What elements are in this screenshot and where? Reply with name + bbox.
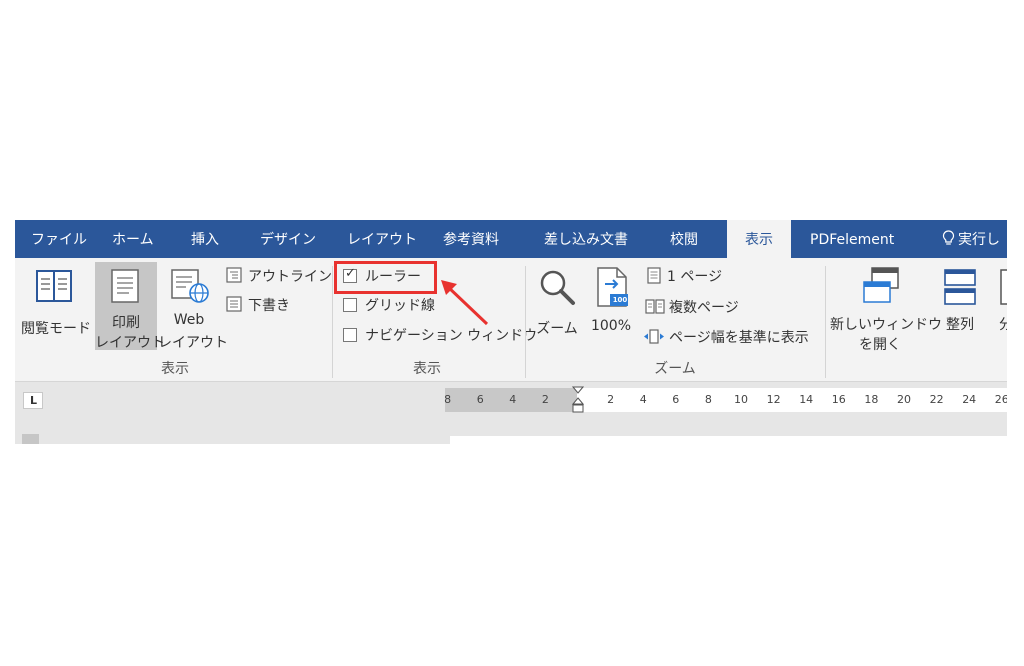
views-group-label: 表示 [161, 361, 189, 377]
print-layout-label-2: レイアウト [95, 335, 165, 351]
vertical-ruler[interactable] [22, 434, 39, 444]
multiple-pages-label: 複数ページ [669, 300, 739, 316]
group-separator [525, 266, 526, 378]
ribbon-view: 閲覧モード 印刷 レイアウト Web レイアウト アウトライン 下書き 表示 ✓… [15, 258, 1007, 382]
web-layout-label-2: レイアウト [158, 335, 228, 351]
multiple-pages-icon [645, 299, 665, 314]
zoom-button[interactable]: ズーム [533, 264, 581, 348]
page-width-label: ページ幅を基準に表示 [669, 330, 809, 346]
outline-label: アウトライン [248, 269, 332, 285]
read-mode-label: 閲覧モード [21, 321, 91, 337]
one-page-label: 1 ページ [667, 269, 723, 285]
show-group-label: 表示 [413, 361, 441, 377]
tell-me-label: 実行し [958, 232, 1000, 248]
tab-view[interactable]: 表示 [727, 220, 791, 258]
split-icon [1000, 269, 1007, 305]
tell-me-box[interactable]: 実行し [942, 220, 1000, 258]
page-width-icon [644, 329, 664, 344]
tab-home[interactable]: ホーム [112, 220, 154, 258]
tab-insert[interactable]: 挿入 [191, 220, 219, 258]
read-mode-icon [36, 270, 72, 302]
gridlines-checkbox[interactable] [343, 298, 357, 312]
tab-design[interactable]: デザイン [260, 220, 316, 258]
tab-pdfelement[interactable]: PDFelement [810, 220, 894, 258]
tab-stop-icon: L [30, 394, 38, 407]
outline-icon [226, 267, 242, 283]
ruler-number: 6 [672, 393, 680, 406]
one-page-button[interactable]: 1 ページ [643, 264, 743, 288]
page-width-button[interactable]: ページ幅を基準に表示 [643, 325, 813, 349]
web-layout-button[interactable]: Web レイアウト [158, 262, 228, 351]
draft-label: 下書き [248, 298, 290, 314]
ruler-number: 16 [831, 393, 846, 406]
ruler-number: 22 [929, 393, 944, 406]
tab-selector-button[interactable]: L [23, 392, 43, 409]
ruler-number: 24 [962, 393, 977, 406]
ruler-area: L 8 6 4 2 2 4 6 8 10 12 14 16 18 20 22 24 26 [15, 382, 1007, 444]
new-window-icon [863, 267, 899, 303]
magnifier-icon [540, 270, 575, 305]
new-window-label-1: 新しいウィンドウ [830, 317, 942, 333]
indent-marker-icon[interactable] [572, 386, 584, 416]
group-separator [332, 266, 333, 378]
group-separator [825, 266, 826, 378]
ruler-number: 6 [476, 393, 484, 406]
arrange-all-label: 整列 [946, 317, 974, 333]
ruler-number: 8 [704, 393, 712, 406]
ruler-number: 14 [799, 393, 814, 406]
ruler-number: 4 [639, 393, 647, 406]
tab-layout[interactable]: レイアウト [347, 220, 417, 258]
gridlines-label: グリッド線 [365, 298, 435, 314]
draft-icon [226, 296, 242, 312]
ruler-highlight-box [334, 261, 437, 294]
ruler-number: 26 [994, 393, 1007, 406]
outline-button[interactable]: アウトライン [222, 264, 332, 286]
print-layout-icon [111, 269, 139, 303]
ruler-number: 8 [444, 393, 452, 406]
horizontal-ruler[interactable]: 8 6 4 2 2 4 6 8 10 12 14 16 18 20 22 24 26 [444, 386, 1007, 413]
ruler-number: 2 [541, 393, 549, 406]
tab-review[interactable]: 校閲 [670, 220, 698, 258]
ruler-number: 2 [607, 393, 615, 406]
ruler-number: 4 [509, 393, 517, 406]
web-layout-label-1: Web [173, 312, 205, 328]
new-window-label-2: を開く [859, 337, 901, 353]
split-button[interactable]: 分 [991, 262, 1007, 354]
ruler-number: 18 [864, 393, 879, 406]
ribbon-tab-bar: ファイル ホーム 挿入 デザイン レイアウト 参考資料 差し込み文書 校閲 表示… [15, 220, 1007, 258]
annotation-arrow-icon [441, 280, 489, 326]
read-mode-button[interactable]: 閲覧モード [15, 264, 93, 348]
new-window-button[interactable]: 新しいウィンドウ を開く [830, 262, 942, 354]
split-label: 分 [999, 317, 1007, 333]
gridlines-toggle[interactable]: グリッド線 [341, 293, 435, 317]
nav-pane-checkbox[interactable] [343, 328, 357, 342]
document-page[interactable] [450, 436, 1007, 444]
tab-file[interactable]: ファイル [31, 220, 87, 258]
zoom-group-label: ズーム [654, 361, 696, 377]
ruler-number: 12 [766, 393, 781, 406]
one-page-icon [647, 267, 661, 284]
ruler-number: 20 [897, 393, 911, 406]
print-layout-button[interactable]: 印刷 レイアウト [95, 262, 165, 351]
arrange-all-icon [944, 269, 976, 305]
ruler-number: 10 [734, 393, 748, 406]
print-layout-label-1: 印刷 [112, 315, 140, 331]
zoom-label: ズーム [536, 321, 578, 337]
draft-button[interactable]: 下書き [222, 293, 302, 315]
word-window: ファイル ホーム 挿入 デザイン レイアウト 参考資料 差し込み文書 校閲 表示… [15, 220, 1007, 444]
arrange-all-button[interactable]: 整列 [935, 262, 985, 354]
zoom-100-button[interactable]: 100 100% [585, 264, 637, 348]
multiple-pages-button[interactable]: 複数ページ [643, 295, 753, 319]
web-layout-icon [171, 269, 209, 303]
lightbulb-icon [942, 230, 955, 245]
zoom-100-label: 100% [590, 318, 632, 334]
tab-mailings[interactable]: 差し込み文書 [544, 220, 628, 258]
zoom-100-badge: 100 [612, 296, 628, 304]
tab-references[interactable]: 参考資料 [443, 220, 499, 258]
